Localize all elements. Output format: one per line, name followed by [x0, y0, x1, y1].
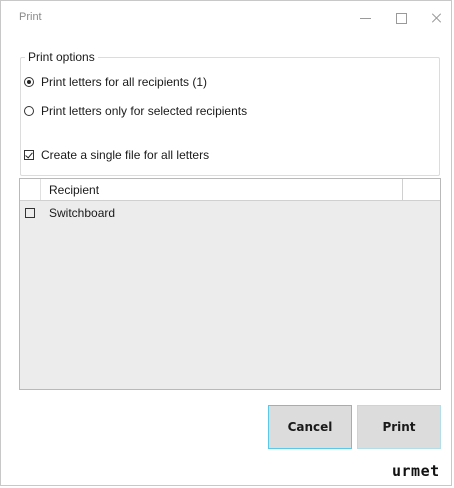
maximize-button[interactable]	[389, 8, 413, 28]
minimize-icon	[359, 17, 371, 19]
radio-unselected-icon[interactable]	[24, 106, 34, 116]
row-select-checkbox[interactable]	[25, 208, 35, 218]
close-button[interactable]	[425, 8, 449, 28]
checkbox-checked-icon[interactable]	[24, 150, 34, 160]
radio-print-all-label: Print letters for all recipients (1)	[41, 75, 208, 89]
radio-print-all-recipients[interactable]: Print letters for all recipients (1)	[24, 75, 207, 89]
single-file-label: Create a single file for all letters	[41, 148, 210, 162]
title-bar: Print	[1, 1, 451, 35]
window-title: Print	[19, 11, 42, 23]
recipient-column-header[interactable]: Recipient	[49, 183, 99, 197]
print-button[interactable]: Print	[357, 405, 441, 449]
radio-print-selected-label: Print letters only for selected recipien…	[41, 104, 248, 118]
print-options-legend: Print options	[25, 50, 98, 64]
recipients-grid[interactable]: Recipient Switchboard	[19, 178, 441, 390]
grid-header: Recipient	[20, 179, 440, 201]
urmet-logo: urmet	[392, 462, 440, 480]
table-row[interactable]: Switchboard	[20, 202, 440, 223]
recipient-cell: Switchboard	[49, 206, 116, 220]
column-separator	[402, 179, 403, 200]
cancel-button[interactable]: Cancel	[268, 405, 352, 449]
radio-selected-icon[interactable]	[24, 77, 34, 87]
maximize-icon	[395, 12, 407, 24]
radio-print-selected-recipients[interactable]: Print letters only for selected recipien…	[24, 104, 247, 118]
minimize-button[interactable]	[353, 8, 377, 28]
single-file-checkbox[interactable]: Create a single file for all letters	[24, 148, 209, 162]
select-column-header[interactable]	[20, 179, 41, 200]
close-icon	[431, 12, 443, 24]
